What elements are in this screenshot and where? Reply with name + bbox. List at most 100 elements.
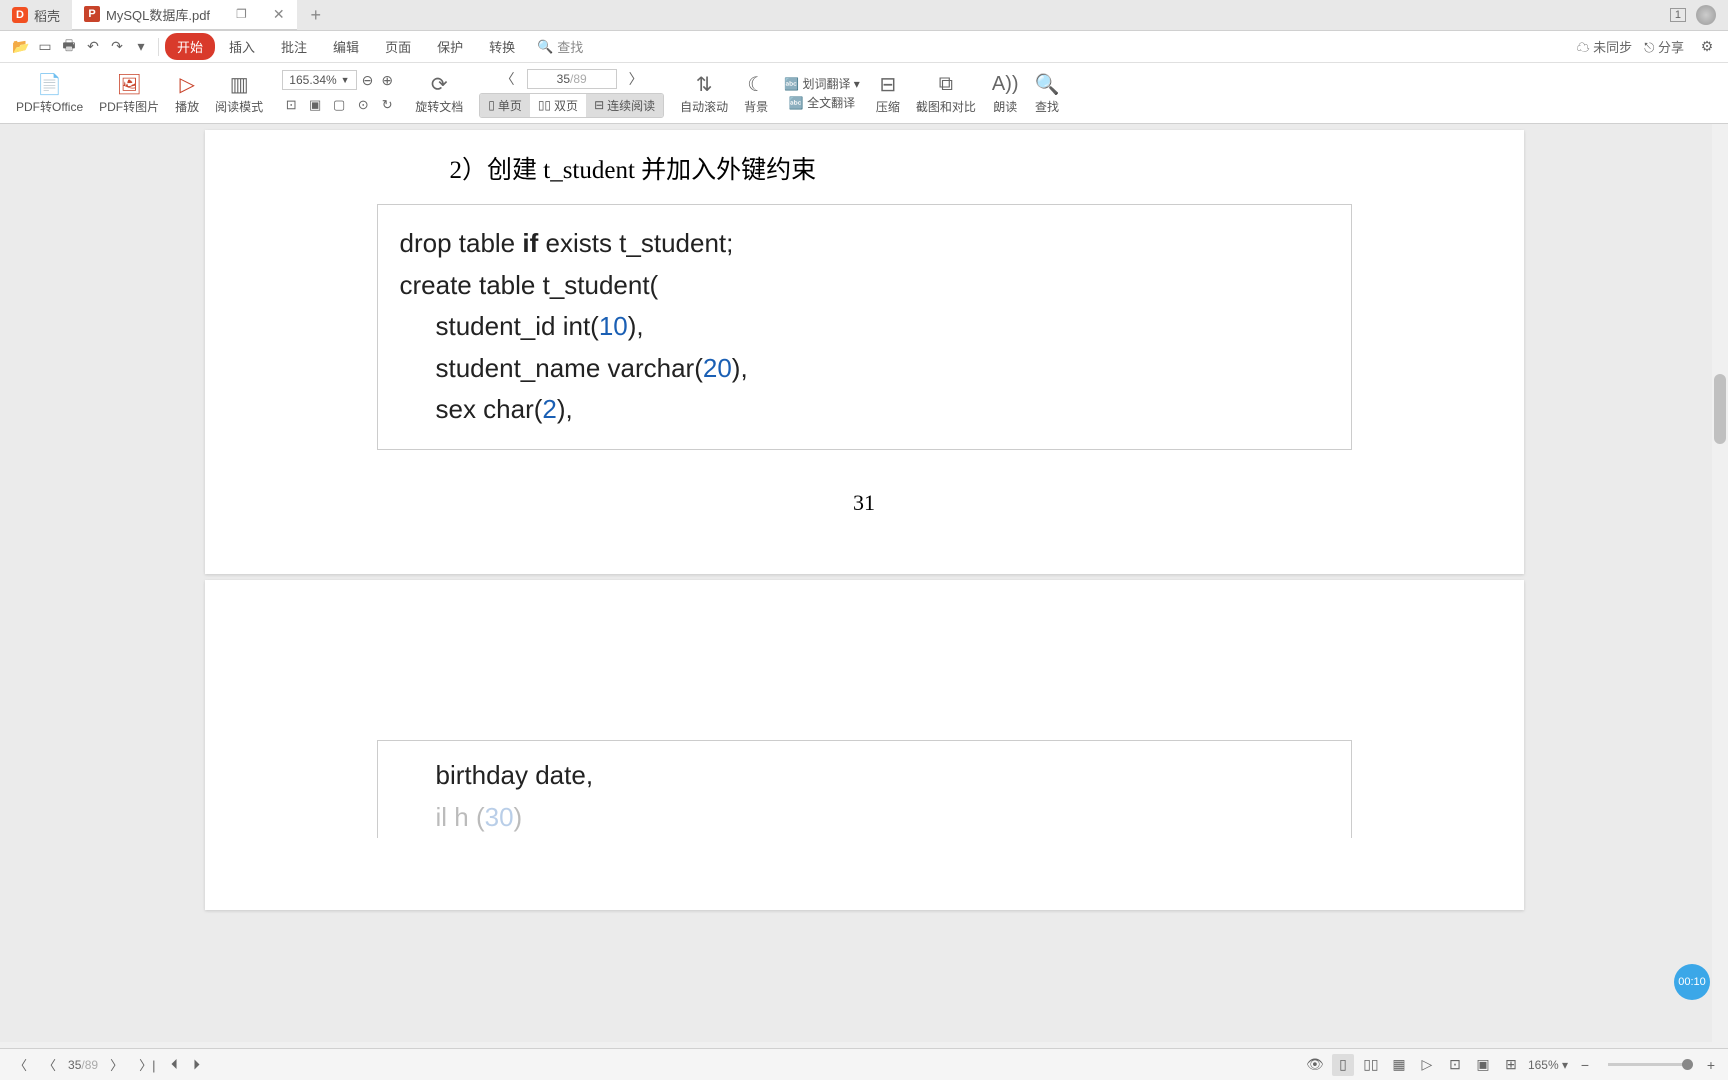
settings-icon[interactable]: ⚙ — [1696, 36, 1718, 58]
tabbar-right: 1 — [1670, 5, 1728, 25]
tab-file[interactable]: P MySQL数据库.pdf ❐ ✕ — [72, 0, 297, 31]
first-page-icon[interactable]: 〈 — [6, 1055, 35, 1074]
find-button[interactable]: 🔍 查找 — [1027, 65, 1068, 121]
code-line: sex char(2), — [400, 389, 1351, 431]
view-single-icon[interactable]: ▯ — [1332, 1054, 1354, 1076]
tab-close-icon[interactable]: ✕ — [273, 6, 285, 23]
tab-bar: D 稻壳 P MySQL数据库.pdf ❐ ✕ + 1 — [0, 0, 1728, 31]
user-avatar[interactable] — [1696, 5, 1716, 25]
zoom-area-icon[interactable]: ⊙ — [352, 94, 374, 116]
menu-page[interactable]: 页面 — [373, 33, 423, 60]
fit-icon-3[interactable]: ⊞ — [1500, 1054, 1522, 1076]
zoom-slider-handle[interactable] — [1682, 1059, 1693, 1070]
code-line: il h (30) — [400, 797, 1351, 839]
scrollbar-thumb[interactable] — [1714, 374, 1726, 444]
zoom-slider[interactable] — [1608, 1063, 1688, 1066]
pdf-to-image-button[interactable]: 🖼 PDF转图片 — [91, 65, 167, 121]
sync-status[interactable]: ☁ 未同步 — [1576, 37, 1632, 56]
rotate-icon: ⟳ — [431, 72, 448, 98]
speaker-icon: A)) — [992, 72, 1019, 98]
menu-convert[interactable]: 转换 — [477, 33, 527, 60]
view-grid-icon[interactable]: ▦ — [1388, 1054, 1410, 1076]
undo-icon[interactable]: ↶ — [82, 36, 104, 58]
zoom-minus-icon[interactable]: − — [1574, 1054, 1596, 1076]
document-area[interactable]: 2）创建 t_student 并加入外键约束 drop table if exi… — [0, 124, 1728, 1042]
bookmark-next-icon[interactable]: ⏵ — [185, 1054, 207, 1076]
code-line: student_name varchar(20), — [400, 348, 1351, 390]
menu-annotate[interactable]: 批注 — [269, 33, 319, 60]
menu-insert[interactable]: 插入 — [217, 33, 267, 60]
menu-protect[interactable]: 保护 — [425, 33, 475, 60]
eye-icon[interactable]: 👁 — [1304, 1054, 1326, 1076]
search-icon: 🔍 — [537, 39, 553, 55]
zoom-out-icon[interactable]: ⊖ — [359, 72, 377, 89]
zoom-label[interactable]: 165% ▾ — [1528, 1058, 1568, 1072]
scroll-icon: ⇅ — [696, 72, 713, 98]
coshare-button[interactable]: ⎋ 分享 — [1644, 37, 1684, 56]
fit-icon-2[interactable]: ▣ — [1472, 1054, 1494, 1076]
page-number: 31 — [205, 490, 1524, 516]
code-block-2: birthday date, il h (30) — [377, 740, 1352, 838]
view-play-icon[interactable]: ▷ — [1416, 1054, 1438, 1076]
menu-start[interactable]: 开始 — [165, 33, 215, 60]
play-button[interactable]: ▷ 播放 — [167, 65, 207, 121]
pdf-page-31: 2）创建 t_student 并加入外键约束 drop table if exi… — [205, 130, 1524, 574]
actual-size-icon[interactable]: ▢ — [328, 94, 350, 116]
code-block-1: drop table if exists t_student; create t… — [377, 204, 1352, 450]
zoom-plus-icon[interactable]: + — [1700, 1054, 1722, 1076]
zoom-reset-icon[interactable]: ↻ — [376, 94, 398, 116]
translate-group: 🔤 划词翻译 ▾ 🔤 全文翻译 — [776, 65, 868, 121]
background-button[interactable]: ☾ 背景 — [736, 65, 776, 121]
full-translate-button[interactable]: 🔤 全文翻译 — [789, 94, 855, 111]
view-double-icon[interactable]: ▯▯ — [1360, 1054, 1382, 1076]
play-icon: ▷ — [179, 72, 194, 98]
zoom-group: 165.34% ▼ ⊖ ⊕ ⊡ ▣ ▢ ⊙ ↻ — [271, 65, 407, 121]
page-input[interactable]: 35/89 — [527, 69, 617, 89]
timer-badge[interactable]: 00:10 — [1674, 964, 1710, 1000]
prev-page-icon-sb[interactable]: 〈 — [35, 1055, 64, 1074]
save-icon[interactable]: ▭ — [34, 36, 56, 58]
auto-scroll-button[interactable]: ⇅ 自动滚动 — [672, 65, 736, 121]
tab-restore-icon[interactable]: ❐ — [236, 7, 247, 21]
fit-icon-1[interactable]: ⊡ — [1444, 1054, 1466, 1076]
book-icon: ▥ — [230, 72, 249, 98]
redo-icon[interactable]: ↷ — [106, 36, 128, 58]
menu-search[interactable]: 🔍 查找 — [537, 37, 583, 56]
last-page-icon[interactable]: 〉| — [131, 1055, 163, 1074]
reading-mode-button[interactable]: ▥ 阅读模式 — [207, 65, 271, 121]
prev-page-icon[interactable]: 〈 — [495, 69, 521, 89]
zoom-in-icon[interactable]: ⊕ — [378, 72, 396, 89]
word-icon: 📄 — [37, 72, 62, 98]
menu-edit[interactable]: 编辑 — [321, 33, 371, 60]
pdf-to-office-button[interactable]: 📄 PDF转Office — [8, 65, 91, 121]
double-page-button[interactable]: ▯▯ 双页 — [530, 94, 586, 117]
window-count[interactable]: 1 — [1670, 8, 1686, 22]
next-page-icon-sb[interactable]: 〉 — [102, 1055, 131, 1074]
word-translate-button[interactable]: 🔤 划词翻译 ▾ — [784, 75, 860, 92]
single-page-button[interactable]: ▯ 单页 — [480, 94, 530, 117]
tab-add-button[interactable]: + — [297, 5, 336, 26]
screenshot-icon: ⧉ — [939, 72, 953, 98]
read-aloud-button[interactable]: A)) 朗读 — [984, 65, 1027, 121]
status-bar: 〈 〈 35/89 〉 〉| ⏴ ⏵ 👁 ▯ ▯▯ ▦ ▷ ⊡ ▣ ⊞ 165%… — [0, 1048, 1728, 1080]
docer-icon: D — [12, 7, 28, 23]
tab-home[interactable]: D 稻壳 — [0, 0, 72, 31]
status-page[interactable]: 35/89 — [64, 1058, 102, 1072]
next-page-icon[interactable]: 〉 — [623, 69, 649, 89]
compress-button[interactable]: ⊟ 压缩 — [868, 65, 908, 121]
fit-page-icon[interactable]: ▣ — [304, 94, 326, 116]
divider — [158, 38, 159, 56]
fit-width-icon[interactable]: ⊡ — [280, 94, 302, 116]
moon-icon: ☾ — [747, 72, 765, 98]
screenshot-button[interactable]: ⧉ 截图和对比 — [908, 65, 984, 121]
vertical-scrollbar[interactable] — [1712, 124, 1728, 1042]
print-icon[interactable]: 🖶 — [58, 36, 80, 58]
statusbar-right: 👁 ▯ ▯▯ ▦ ▷ ⊡ ▣ ⊞ 165% ▾ − + — [1304, 1054, 1722, 1076]
rotate-button[interactable]: ⟳ 旋转文档 — [407, 65, 471, 121]
continuous-button[interactable]: ⊟ 连续阅读 — [586, 94, 663, 117]
image-icon: 🖼 — [116, 72, 141, 98]
dropdown-icon[interactable]: ▾ — [130, 36, 152, 58]
open-icon[interactable]: 📂 — [10, 36, 32, 58]
zoom-value-box[interactable]: 165.34% ▼ — [282, 70, 356, 90]
bookmark-prev-icon[interactable]: ⏴ — [163, 1054, 185, 1076]
